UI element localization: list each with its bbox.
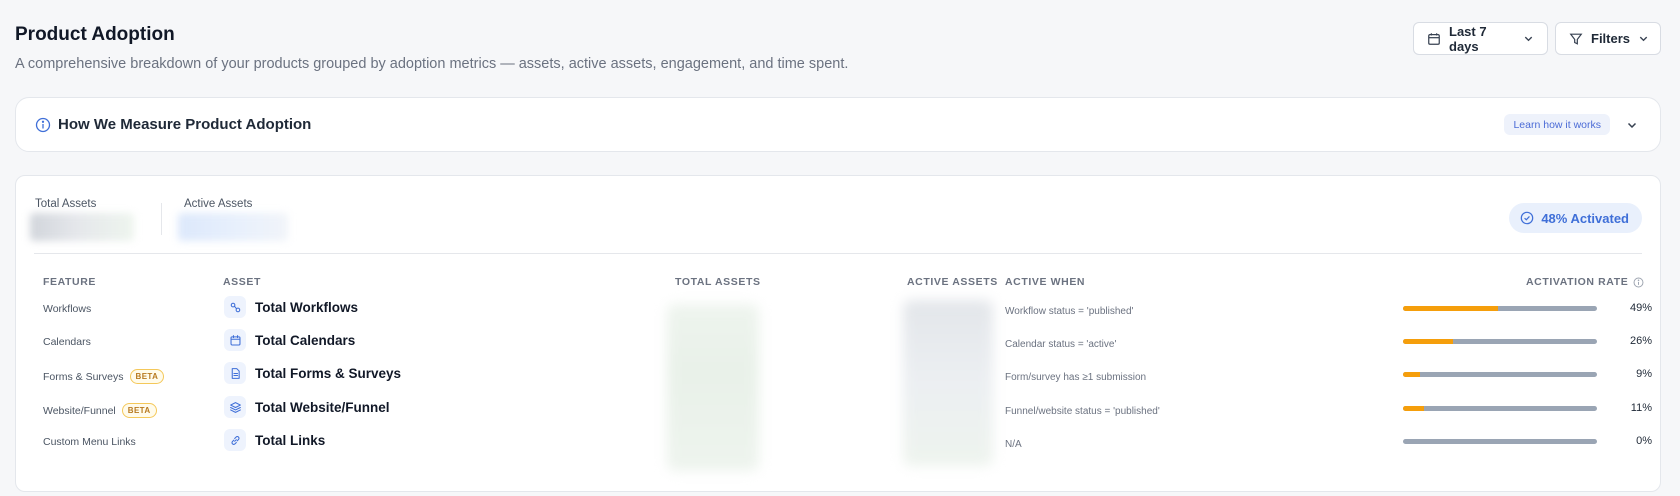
active-when-condition: N/A: [1005, 439, 1022, 450]
activation-progress-bar: [1403, 306, 1597, 311]
date-range-dropdown[interactable]: Last 7 days: [1413, 22, 1548, 55]
feature-name: Workflows: [43, 303, 92, 315]
asset-name[interactable]: Total Links: [255, 433, 325, 448]
activated-badge: 48% Activated: [1509, 203, 1642, 233]
activation-rate-value: 9%: [1636, 368, 1652, 380]
calendar-icon: [1428, 32, 1440, 45]
asset-name[interactable]: Total Website/Funnel: [255, 400, 390, 415]
feature-name: Custom Menu Links: [43, 436, 136, 448]
column-header-feature: FEATURE: [43, 276, 97, 288]
feature-cell: Custom Menu Links: [43, 436, 136, 448]
document-icon: [224, 362, 246, 384]
activation-rate-value: 11%: [1630, 402, 1652, 414]
beta-badge: BETA: [121, 403, 157, 418]
asset-name[interactable]: Total Workflows: [255, 300, 358, 315]
adoption-table-card: Total Assets Active Assets 48% Activated…: [15, 175, 1661, 492]
beta-badge: BETA: [129, 369, 165, 384]
column-header-total-assets: TOTAL ASSETS: [675, 276, 761, 288]
activation-rate-header-label: ACTIVATION RATE: [1526, 276, 1629, 288]
activation-progress-fill: [1403, 339, 1454, 344]
activation-rate-value: 0%: [1636, 435, 1652, 447]
activation-progress-bar: [1403, 339, 1597, 344]
activation-progress-bar: [1403, 372, 1597, 377]
feature-cell: Forms & Surveys BETA: [43, 369, 165, 384]
check-circle-icon: [1521, 211, 1534, 225]
filter-icon: [1569, 33, 1583, 45]
column-header-active-when: ACTIVE WHEN: [1005, 276, 1086, 288]
total-assets-value-redacted: [30, 213, 134, 241]
page-title: Product Adoption: [15, 24, 175, 45]
feature-cell: Website/Funnel BETA: [43, 403, 157, 418]
link-icon: [224, 429, 246, 451]
chevron-down-icon: [1639, 36, 1648, 42]
info-icon: [35, 117, 51, 133]
table-row[interactable]: Website/Funnel BETA Total Website/Funnel Fu…: [16, 392, 1660, 426]
table-row[interactable]: Workflows Total Workflows Workflow status …: [16, 292, 1660, 326]
learn-how-it-works-button[interactable]: Learn how it works: [1504, 114, 1610, 135]
activation-rate-value: 49%: [1629, 302, 1652, 314]
active-when-condition: Funnel/website status = 'published': [1005, 406, 1160, 417]
divider: [34, 253, 1642, 254]
chevron-down-icon[interactable]: [1626, 119, 1638, 131]
workflow-icon: [224, 296, 246, 318]
filters-button[interactable]: Filters: [1555, 22, 1661, 55]
how-we-measure-panel[interactable]: How We Measure Product Adoption Learn ho…: [15, 97, 1661, 152]
filters-label: Filters: [1591, 31, 1631, 46]
feature-name: Forms & Surveys: [43, 370, 124, 383]
active-when-condition: Calendar status = 'active': [1005, 339, 1117, 350]
chevron-down-icon: [1524, 36, 1533, 42]
how-we-measure-title: How We Measure Product Adoption: [58, 116, 312, 133]
activation-progress-fill: [1403, 306, 1499, 311]
calendar-icon: [224, 329, 246, 351]
table-row[interactable]: Custom Menu Links Total Links N/A 0%: [16, 425, 1660, 459]
page-subtitle: A comprehensive breakdown of your produc…: [15, 56, 849, 72]
feature-cell: Workflows: [43, 303, 91, 315]
total-assets-label: Total Assets: [35, 198, 97, 210]
active-when-condition: Form/survey has ≥1 submission: [1005, 372, 1147, 383]
column-header-asset: ASSET: [223, 276, 262, 288]
activation-progress-fill: [1403, 372, 1421, 377]
info-icon[interactable]: [1633, 277, 1644, 288]
active-when-condition: Workflow status = 'published': [1005, 306, 1134, 317]
active-assets-value-redacted: [178, 213, 288, 241]
feature-cell: Calendars: [43, 336, 91, 348]
asset-name[interactable]: Total Forms & Surveys: [255, 366, 401, 381]
activation-progress-bar: [1403, 439, 1597, 444]
date-range-label: Last 7 days: [1449, 23, 1487, 54]
column-header-active-assets: ACTIVE ASSETS: [907, 276, 998, 288]
activation-rate-value: 26%: [1629, 335, 1652, 347]
activation-progress-fill: [1403, 406, 1425, 411]
feature-name: Calendars: [43, 336, 91, 348]
asset-name[interactable]: Total Calendars: [255, 333, 355, 348]
feature-name: Website/Funnel: [43, 404, 116, 417]
active-assets-label: Active Assets: [184, 198, 253, 210]
stat-divider: [161, 203, 162, 235]
column-header-activation-rate: ACTIVATION RATE: [1526, 276, 1644, 288]
activated-badge-label: 48% Activated: [1541, 210, 1629, 226]
table-row[interactable]: Calendars Total Calendars Calendar status …: [16, 325, 1660, 359]
layers-icon: [224, 396, 246, 418]
table-row[interactable]: Forms & Surveys BETA Total Forms & Surveys…: [16, 358, 1660, 392]
activation-progress-bar: [1403, 406, 1597, 411]
